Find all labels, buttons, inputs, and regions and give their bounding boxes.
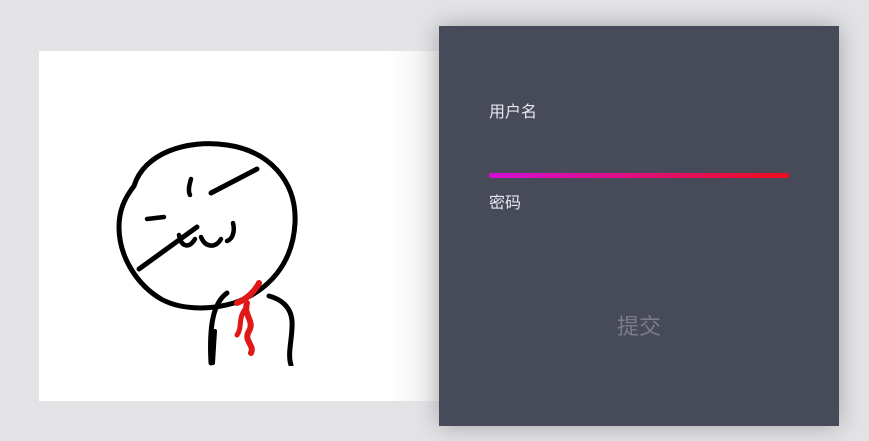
login-form-panel: 用户名 密码 提交: [439, 26, 839, 426]
doodle-character-icon: [116, 141, 298, 366]
submit-button[interactable]: 提交: [589, 308, 689, 348]
password-label: 密码: [489, 193, 522, 212]
username-input[interactable]: [489, 136, 789, 170]
username-underline: [489, 173, 789, 178]
illustration-card: [39, 51, 459, 401]
username-label: 用户名: [489, 102, 538, 121]
password-input[interactable]: [489, 226, 789, 260]
